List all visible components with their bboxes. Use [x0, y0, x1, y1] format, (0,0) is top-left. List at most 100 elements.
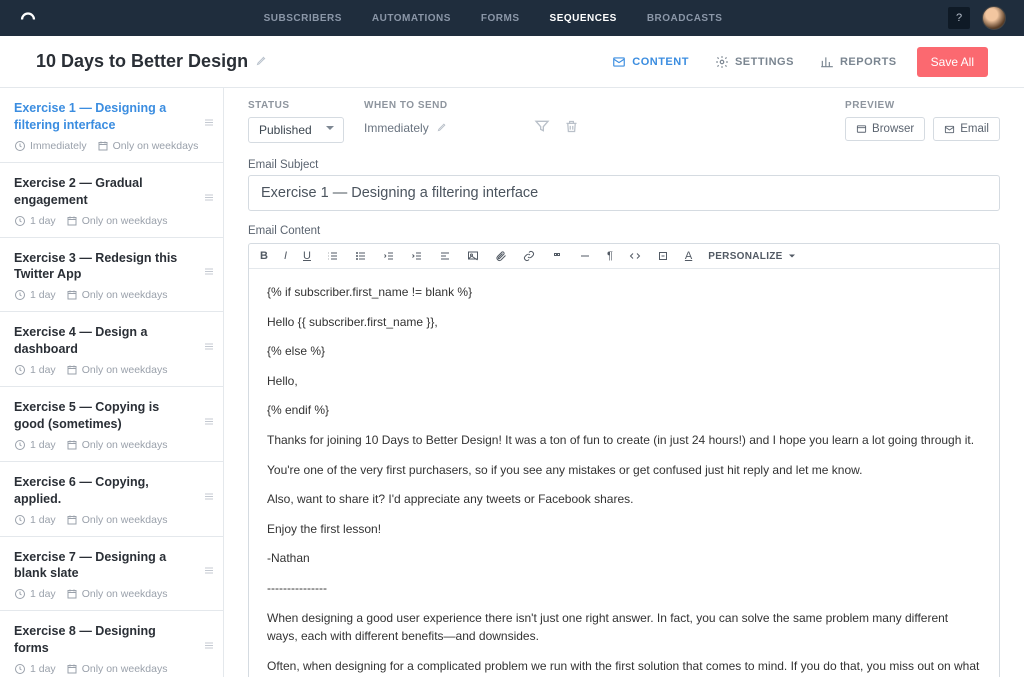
- link-icon[interactable]: [520, 248, 538, 264]
- bar-chart-icon: [820, 55, 834, 69]
- tab-reports[interactable]: REPORTS: [820, 55, 897, 69]
- drag-handle-icon[interactable]: [203, 414, 215, 433]
- main-panel: STATUS Published WHEN TO SEND Immediatel…: [224, 88, 1024, 677]
- nav-automations[interactable]: AUTOMATIONS: [372, 1, 451, 36]
- when-label: WHEN TO SEND: [364, 100, 514, 111]
- subject-input[interactable]: [248, 175, 1000, 211]
- personalize-dropdown[interactable]: PERSONALIZE: [705, 248, 800, 264]
- when-group: WHEN TO SEND Immediately: [364, 100, 514, 135]
- sequence-title: Exercise 3 — Redesign this Twitter App: [14, 250, 209, 284]
- tab-settings[interactable]: SETTINGS: [715, 55, 794, 69]
- editor-toolbar: B I U ¶ A PERSONALIZE: [249, 244, 999, 269]
- clock-icon: 1 day: [14, 215, 56, 227]
- sequence-title: Exercise 6 — Copying, applied.: [14, 474, 209, 508]
- sequence-item[interactable]: Exercise 5 — Copying is good (sometimes)…: [0, 387, 223, 462]
- trash-icon[interactable]: [564, 119, 579, 139]
- clock-icon: 1 day: [14, 289, 56, 301]
- content-label: Email Content: [248, 225, 1000, 237]
- hr-icon[interactable]: [576, 248, 594, 264]
- italic-icon[interactable]: I: [281, 248, 290, 264]
- drag-handle-icon[interactable]: [203, 340, 215, 359]
- nav-subscribers[interactable]: SUBSCRIBERS: [264, 1, 342, 36]
- calendar-icon: Only on weekdays: [66, 588, 168, 600]
- outdent-icon[interactable]: [380, 248, 398, 264]
- underline-icon[interactable]: U: [300, 248, 314, 264]
- drag-handle-icon[interactable]: [203, 115, 215, 134]
- drag-handle-icon[interactable]: [203, 639, 215, 658]
- sequence-sidebar: Exercise 1 — Designing a filtering inter…: [0, 88, 224, 677]
- drag-handle-icon[interactable]: [203, 564, 215, 583]
- gear-icon: [715, 55, 729, 69]
- sequence-title: Exercise 7 — Designing a blank slate: [14, 549, 209, 583]
- mail-icon: [944, 124, 955, 135]
- sequence-title: Exercise 2 — Gradual engagement: [14, 175, 209, 209]
- calendar-icon: Only on weekdays: [66, 514, 168, 526]
- drag-handle-icon[interactable]: [203, 190, 215, 209]
- clock-icon: 1 day: [14, 439, 56, 451]
- clock-icon: 1 day: [14, 588, 56, 600]
- sequence-title: Exercise 8 — Designing forms: [14, 623, 209, 657]
- sequence-item[interactable]: Exercise 6 — Copying, applied. 1 day Only …: [0, 462, 223, 537]
- avatar[interactable]: [982, 6, 1006, 30]
- clock-icon: Immediately: [14, 140, 87, 152]
- sequence-item[interactable]: Exercise 1 — Designing a filtering inter…: [0, 88, 223, 163]
- attachment-icon[interactable]: [492, 248, 510, 264]
- nav-forms[interactable]: FORMS: [481, 1, 520, 36]
- envelope-icon: [612, 55, 626, 69]
- nav-broadcasts[interactable]: BROADCASTS: [647, 1, 723, 36]
- clock-icon: 1 day: [14, 514, 56, 526]
- calendar-icon: Only on weekdays: [66, 364, 168, 376]
- drag-handle-icon[interactable]: [203, 265, 215, 284]
- subject-label: Email Subject: [248, 159, 1000, 171]
- nav-sequences[interactable]: SEQUENCES: [550, 1, 617, 36]
- sequence-item[interactable]: Exercise 4 — Design a dashboard1 dayOnly…: [0, 312, 223, 387]
- help-button[interactable]: ?: [948, 7, 970, 29]
- preview-label: PREVIEW: [845, 100, 1000, 111]
- drag-handle-icon[interactable]: [203, 489, 215, 508]
- quote-icon[interactable]: [548, 248, 566, 264]
- tab-content-label: CONTENT: [632, 56, 689, 68]
- calendar-icon: Only on weekdays: [66, 289, 168, 301]
- pencil-icon[interactable]: [437, 121, 448, 135]
- pencil-icon[interactable]: [256, 53, 268, 71]
- tab-settings-label: SETTINGS: [735, 56, 794, 68]
- sequence-item[interactable]: Exercise 3 — Redesign this Twitter App 1 …: [0, 238, 223, 313]
- calendar-icon: Only on weekdays: [97, 140, 199, 152]
- logo-icon[interactable]: [18, 8, 38, 28]
- code-icon[interactable]: [626, 248, 644, 264]
- tab-reports-label: REPORTS: [840, 56, 897, 68]
- save-button[interactable]: Save All: [917, 47, 988, 77]
- page-title: 10 Days to Better Design: [36, 51, 248, 72]
- ol-icon[interactable]: [324, 248, 342, 264]
- filter-icon[interactable]: [534, 118, 550, 139]
- preview-group: PREVIEW Browser Email: [845, 100, 1000, 141]
- bold-icon[interactable]: B: [257, 248, 271, 264]
- status-select[interactable]: Published: [248, 117, 344, 143]
- status-label: STATUS: [248, 100, 344, 111]
- clock-icon: 1 day: [14, 663, 56, 675]
- sequence-title: Exercise 1 — Designing a filtering inter…: [14, 100, 209, 134]
- calendar-icon: Only on weekdays: [66, 663, 168, 675]
- when-value: Immediately: [364, 121, 429, 135]
- sequence-title: Exercise 4 — Design a dashboard: [14, 324, 209, 358]
- calendar-icon: Only on weekdays: [66, 215, 168, 227]
- sequence-item[interactable]: Exercise 7 — Designing a blank slate 1 da…: [0, 537, 223, 612]
- align-icon[interactable]: [436, 248, 454, 264]
- preview-browser-button[interactable]: Browser: [845, 117, 925, 141]
- ul-icon[interactable]: [352, 248, 370, 264]
- sequence-item[interactable]: Exercise 8 — Designing forms 1 day Only on…: [0, 611, 223, 677]
- indent-icon[interactable]: [408, 248, 426, 264]
- tab-content[interactable]: CONTENT: [612, 55, 689, 69]
- browser-icon: [856, 124, 867, 135]
- nav-tabs: SUBSCRIBERS AUTOMATIONS FORMS SEQUENCES BROA…: [38, 1, 948, 36]
- preview-email-button[interactable]: Email: [933, 117, 1000, 141]
- status-group: STATUS Published: [248, 100, 344, 143]
- calendar-icon: Only on weekdays: [66, 439, 168, 451]
- editor-body[interactable]: {% if subscriber.first_name != blank %} …: [249, 269, 999, 677]
- text-color-icon[interactable]: A: [682, 248, 695, 264]
- paragraph-icon[interactable]: ¶: [604, 248, 616, 264]
- image-icon[interactable]: [464, 248, 482, 264]
- sequence-item[interactable]: Exercise 2 — Gradual engagement 1 day Only…: [0, 163, 223, 238]
- editor: B I U ¶ A PERSONALIZE {% if su: [248, 243, 1000, 677]
- embed-icon[interactable]: [654, 248, 672, 264]
